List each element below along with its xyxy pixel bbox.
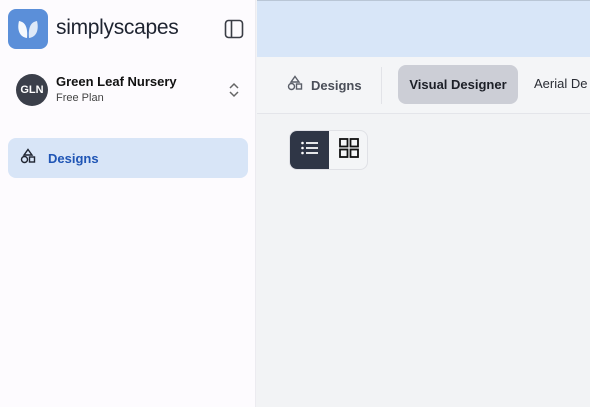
tab-bar: Designs Visual Designer Aerial De <box>257 57 590 114</box>
sidebar-item-label: Designs <box>48 150 99 166</box>
org-switcher[interactable]: GLN Green Leaf Nursery Free Plan <box>8 66 248 114</box>
tab-visual-designer[interactable]: Visual Designer <box>398 65 518 104</box>
brand-name-part1: simply <box>56 16 114 39</box>
tab-designs-label: Designs <box>311 77 362 93</box>
grid-view-button[interactable] <box>329 131 367 169</box>
tab-aerial[interactable]: Aerial De <box>534 76 587 91</box>
org-plan: Free Plan <box>56 92 104 104</box>
list-icon <box>300 140 320 161</box>
tab-divider <box>381 67 382 104</box>
grid-icon <box>338 137 359 163</box>
list-view-button[interactable] <box>290 131 329 169</box>
sidebar-item-designs[interactable]: Designs <box>8 138 248 178</box>
chevron-up-down-icon <box>226 80 242 100</box>
view-toggle <box>289 130 368 170</box>
brand-name: simplyscapes <box>56 16 179 40</box>
sidebar: simplyscapes GLN Green Leaf Nursery Free… <box>0 0 256 407</box>
tab-designs[interactable]: Designs <box>287 73 362 97</box>
avatar: GLN <box>16 74 48 106</box>
sidebar-toggle-icon[interactable] <box>223 18 245 40</box>
shapes-icon <box>20 147 36 169</box>
shapes-icon <box>287 74 303 96</box>
sidebar-header: simplyscapes <box>0 0 256 58</box>
top-bar <box>257 0 590 57</box>
org-name: Green Leaf Nursery <box>56 74 177 89</box>
brand-name-part2: scapes <box>113 16 179 39</box>
leaf-icon[interactable] <box>8 9 48 49</box>
